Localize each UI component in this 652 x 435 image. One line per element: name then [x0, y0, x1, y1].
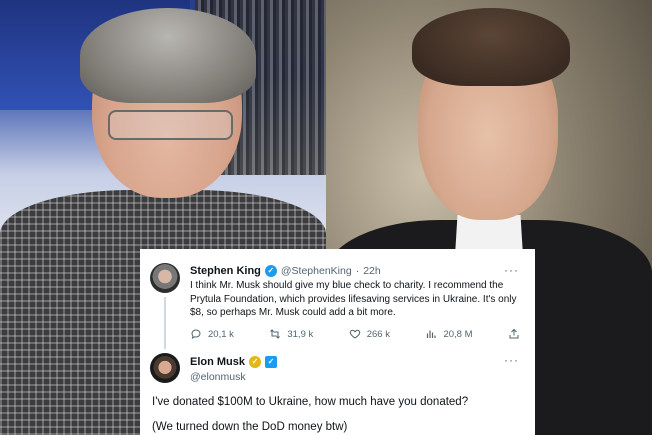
views-button[interactable]: 20,8 M — [425, 328, 472, 340]
verified-badge-icon: ✓ — [264, 265, 277, 277]
tweet2-author-handle[interactable]: @elonmusk — [190, 371, 246, 383]
tweet1-text: I think Mr. Musk should give my blue che… — [190, 280, 517, 318]
elon-musk-avatar[interactable] — [150, 353, 180, 383]
thread-connector-line — [164, 297, 166, 349]
retweet-button[interactable]: 31,9 k — [269, 328, 313, 340]
like-count: 266 k — [366, 328, 390, 340]
tweet2-text-line1: I've donated $100M to Ukraine, how much … — [152, 396, 469, 408]
tweet2-author-name[interactable]: Elon Musk — [190, 356, 245, 368]
tweet1-separator: · — [355, 265, 360, 277]
stephen-king-avatar[interactable] — [150, 263, 180, 293]
tweet-thread-card: Stephen King ✓ @StephenKing · 22h ··· I … — [140, 249, 535, 435]
reply-count: 20,1 k — [208, 328, 234, 340]
share-button[interactable] — [508, 328, 520, 340]
tweet1-timestamp[interactable]: 22h — [363, 265, 381, 277]
tweet2-text-line2: (We turned down the DoD money btw) — [152, 421, 348, 433]
tweet1-author-handle[interactable]: @StephenKing — [281, 265, 352, 277]
hair — [80, 8, 256, 103]
retweet-count: 31,9 k — [287, 328, 314, 340]
bar-chart-icon — [427, 330, 437, 338]
reply-icon — [191, 329, 201, 340]
like-button[interactable]: 266 k — [349, 328, 390, 340]
tweet1-more-options-icon[interactable]: ··· — [504, 263, 519, 277]
verified-gold-badge-icon: ✓ — [249, 356, 262, 368]
tweet2-more-options-icon[interactable]: ··· — [504, 353, 519, 367]
tweet2-header: Elon Musk ✓ ✓ — [190, 356, 278, 368]
hair — [412, 8, 570, 86]
share-icon — [509, 328, 519, 339]
reply-button[interactable]: 20,1 k — [190, 328, 234, 340]
tweet1-action-bar: 20,1 k 31,9 k 266 k 20,8 M — [190, 327, 520, 341]
retweet-icon — [270, 329, 281, 339]
heart-icon — [349, 329, 360, 339]
affiliate-twitter-badge-icon: ✓ — [265, 356, 278, 368]
view-count: 20,8 M — [443, 328, 473, 340]
tweet1-header: Stephen King ✓ @StephenKing · 22h — [190, 265, 381, 277]
glasses — [108, 110, 233, 140]
tweet1-author-name[interactable]: Stephen King — [190, 265, 261, 277]
